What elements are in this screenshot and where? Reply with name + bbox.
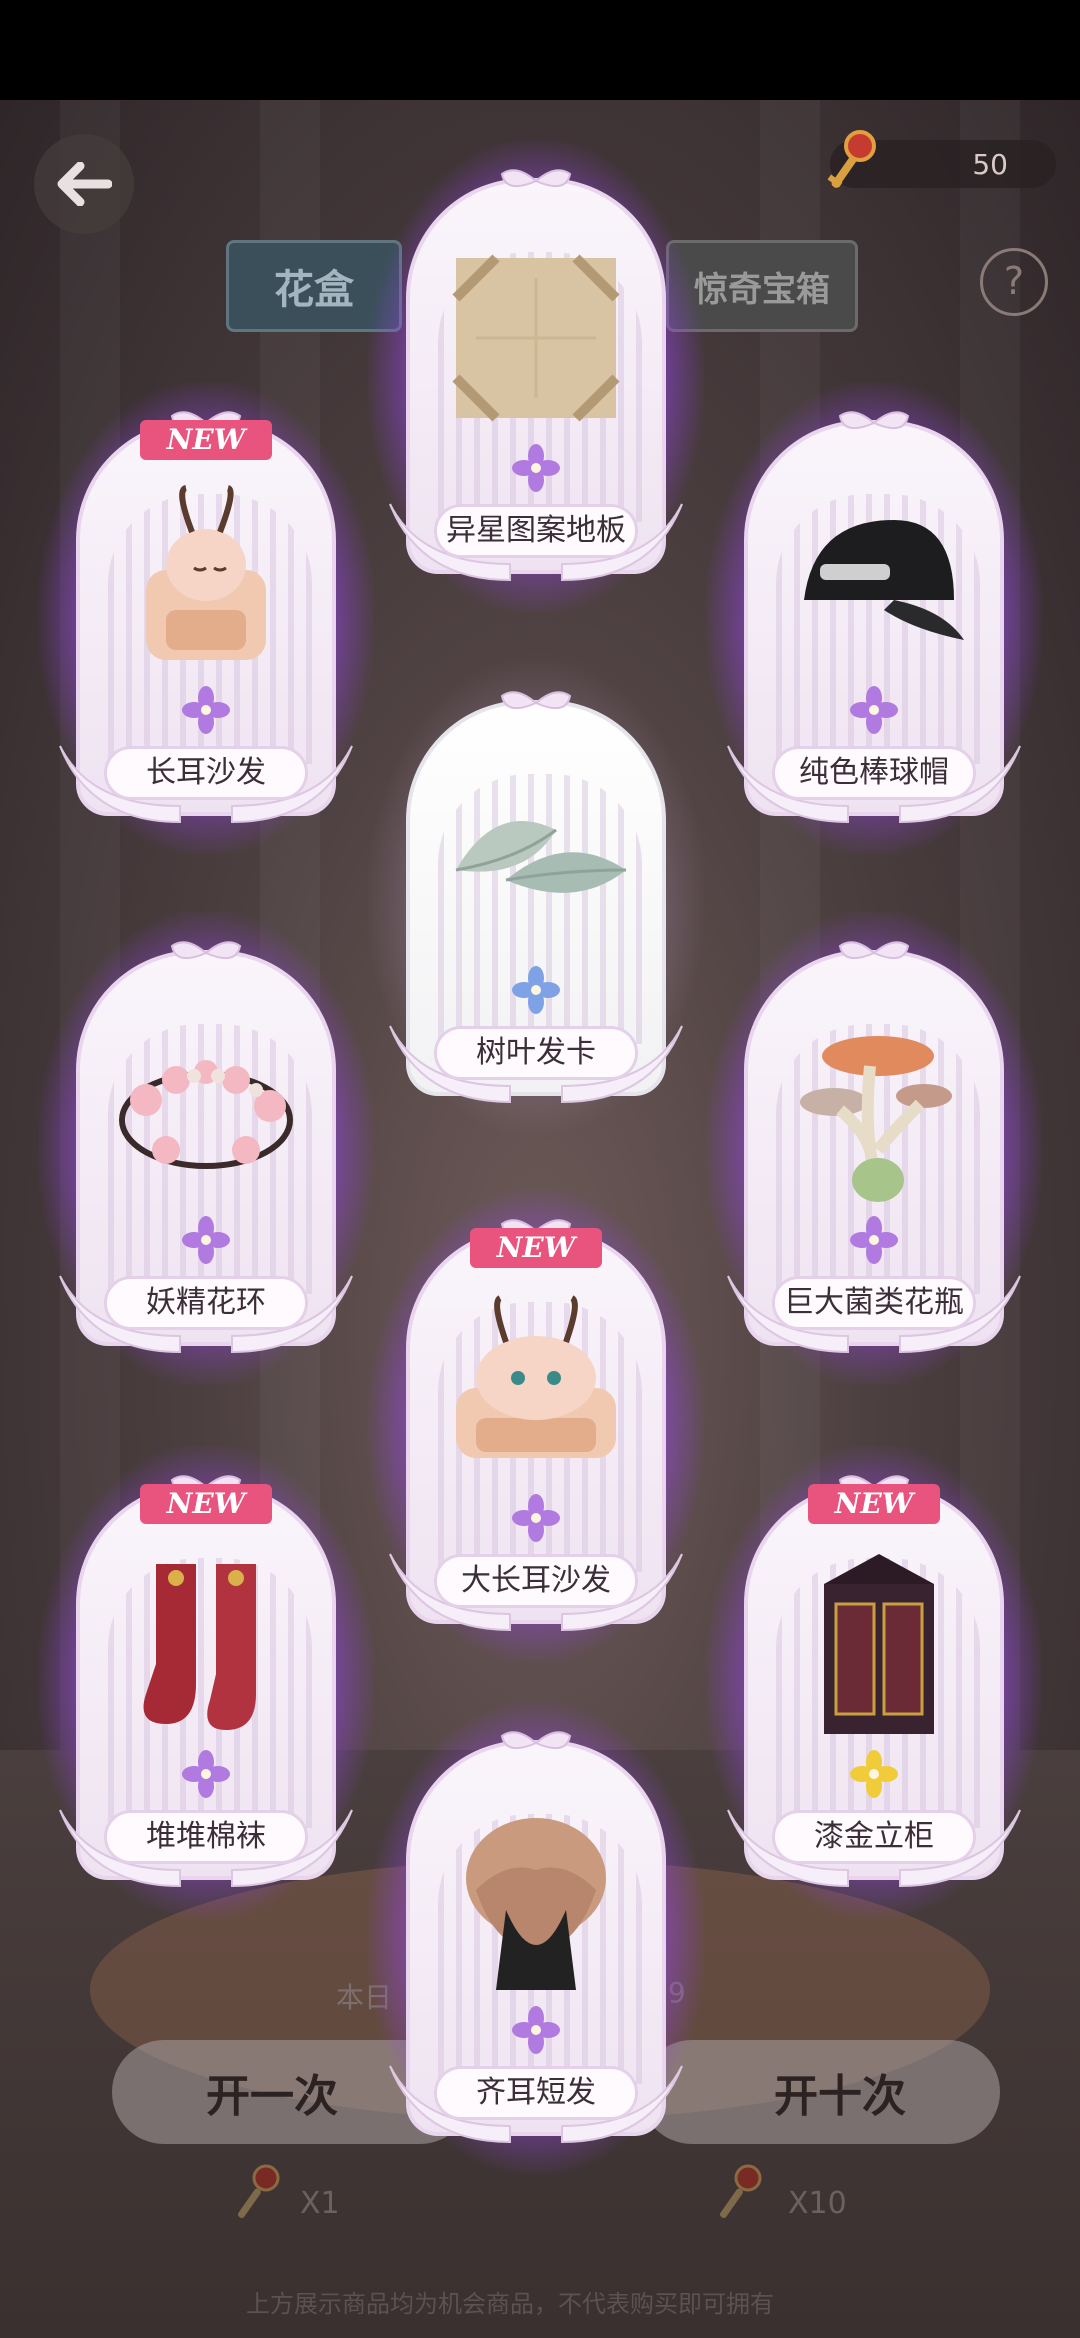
reward-name: 齐耳短发 <box>434 2066 638 2120</box>
reward-item-image <box>800 1036 952 1202</box>
reward-card[interactable]: 巨大菌类花瓶 <box>706 912 1042 1384</box>
bow-icon <box>500 691 572 710</box>
reward-card[interactable]: 堆堆棉袜 NEW <box>38 1446 374 1918</box>
reward-item-image <box>456 1295 616 1458</box>
cost-once: X1 <box>300 2186 340 2221</box>
reward-item-image <box>824 1554 934 1734</box>
reward-card[interactable]: 树叶发卡 <box>368 662 704 1134</box>
key-icon <box>827 130 876 188</box>
reward-name: 树叶发卡 <box>434 1026 638 1080</box>
back-button[interactable] <box>34 134 134 234</box>
reward-card[interactable]: 妖精花环 <box>38 912 374 1384</box>
reward-name: 大长耳沙发 <box>434 1554 638 1608</box>
bow-icon <box>500 169 572 188</box>
bow-icon <box>170 941 242 960</box>
reward-card[interactable]: 纯色棒球帽 <box>706 382 1042 854</box>
key-icon <box>719 2164 762 2219</box>
help-button[interactable]: ? <box>980 248 1048 316</box>
new-badge: NEW <box>470 1228 602 1268</box>
disclaimer-text: 上方展示商品均为机会商品，不代表购买即可拥有 <box>246 2290 774 2318</box>
reward-name: 堆堆棉袜 <box>104 1810 308 1864</box>
new-badge: NEW <box>140 420 272 460</box>
reward-name: 纯色棒球帽 <box>772 746 976 800</box>
back-arrow-icon <box>57 162 112 206</box>
open-ten-label: 开十次 <box>774 2071 906 2122</box>
reward-card[interactable]: 漆金立柜 NEW <box>706 1446 1042 1918</box>
reward-name: 漆金立柜 <box>772 1810 976 1864</box>
reward-item-image <box>119 1060 293 1169</box>
reward-name: 巨大菌类花瓶 <box>772 1276 976 1330</box>
bow-icon <box>838 941 910 960</box>
reward-name: 长耳沙发 <box>104 746 308 800</box>
open-once-label: 开一次 <box>206 2071 338 2122</box>
reward-name: 异星图案地板 <box>434 504 638 558</box>
reward-item-image <box>804 520 964 640</box>
status-bar <box>0 0 1080 100</box>
reward-name: 妖精花环 <box>104 1276 308 1330</box>
new-badge: NEW <box>808 1484 940 1524</box>
reward-card[interactable]: 齐耳短发 <box>368 1702 704 2174</box>
reward-item-image <box>455 821 627 893</box>
key-count: 50 <box>972 148 1008 181</box>
reward-item-image <box>143 1564 256 1730</box>
reward-item-image <box>466 1818 606 1990</box>
reward-card[interactable]: 大长耳沙发 NEW <box>368 1190 704 1662</box>
key-icon <box>237 2164 280 2219</box>
bow-icon <box>838 411 910 430</box>
reward-card[interactable]: 长耳沙发 NEW <box>38 382 374 854</box>
bow-icon <box>500 1731 572 1750</box>
reward-item-image <box>146 485 266 660</box>
cost-ten: X10 <box>788 2186 847 2221</box>
reward-item-image <box>452 254 620 422</box>
reward-card[interactable]: 异星图案地板 <box>368 140 704 612</box>
new-badge: NEW <box>140 1484 272 1524</box>
